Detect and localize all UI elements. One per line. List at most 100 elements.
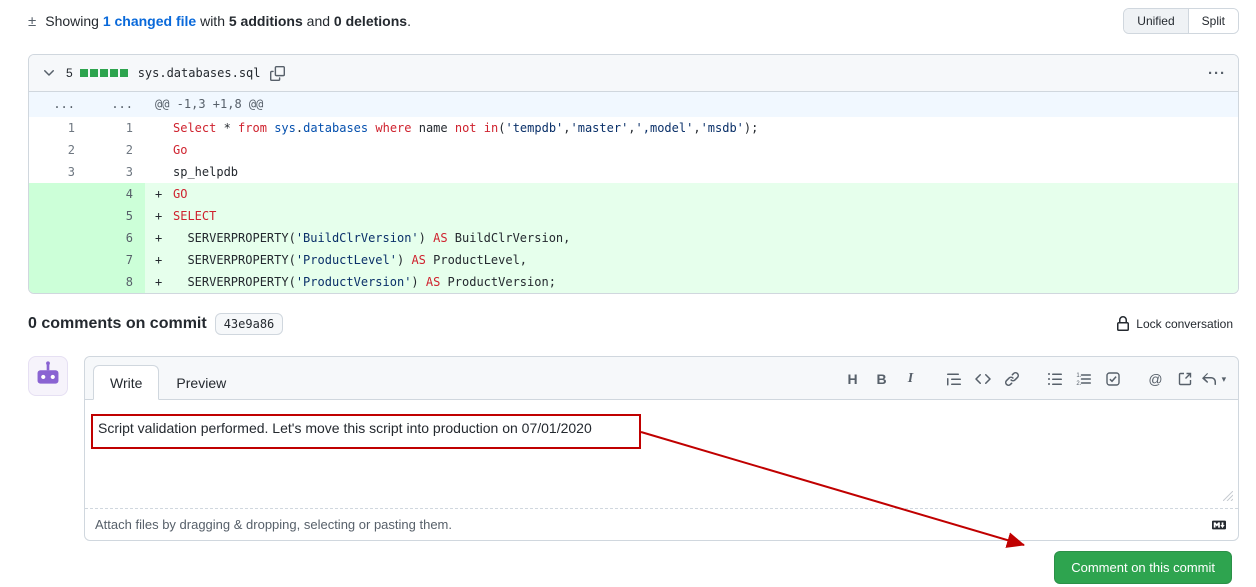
old-line-number[interactable]: [29, 271, 87, 293]
new-line-number[interactable]: 8: [87, 271, 145, 293]
diff-row: 4 + GO: [29, 183, 1238, 205]
hunk-expand-old[interactable]: ...: [29, 92, 87, 117]
comments-heading-group: 0 comments on commit 43e9a86: [28, 313, 284, 335]
avatar-image: [37, 361, 59, 384]
mention-icon: @: [1148, 371, 1163, 387]
new-line-number[interactable]: 1: [87, 117, 145, 139]
link-button[interactable]: [997, 365, 1026, 393]
diff-row: 1 1 Select * from sys.databases where name…: [29, 117, 1238, 139]
code-line: Select * from sys.databases where name n…: [173, 121, 759, 135]
summary-and: and: [302, 13, 334, 29]
summary-with: with: [196, 13, 229, 29]
svg-text:2.: 2.: [1076, 381, 1081, 387]
code-line: + SELECT: [145, 205, 1238, 227]
old-line-number[interactable]: [29, 249, 87, 271]
code-line: + GO: [145, 183, 1238, 205]
old-line-number[interactable]: 2: [29, 139, 87, 161]
comment-textarea[interactable]: Script validation performed. Let's move …: [85, 400, 1238, 508]
deletions-count: 0 deletions: [333, 13, 408, 29]
old-line-number[interactable]: 1: [29, 117, 87, 139]
tab-preview[interactable]: Preview: [159, 365, 243, 400]
dropdown-caret-icon: ▾: [1221, 373, 1227, 384]
new-line-number[interactable]: 7: [87, 249, 145, 271]
attach-bar[interactable]: Attach files by dragging & dropping, sel…: [85, 508, 1238, 540]
new-line-number[interactable]: 5: [87, 205, 145, 227]
unordered-list-button[interactable]: [1040, 365, 1069, 393]
markdown-icon: [1210, 518, 1228, 532]
heading-button[interactable]: H: [838, 365, 867, 393]
file-diff-panel: 5 sys.databases.sql ··· ... ... @@ -1,3 …: [28, 54, 1239, 294]
comment-form: Write Preview H B I 1. 2. @ ▾ Script validation…: [84, 356, 1239, 541]
additions-count: 5 additions: [228, 13, 303, 29]
code-line: + SERVERPROPERTY('ProductVersion') AS Pr…: [145, 271, 1238, 293]
old-line-number[interactable]: [29, 183, 87, 205]
new-line-number[interactable]: 6: [87, 227, 145, 249]
diff-view-toggle: Unified Split: [1123, 8, 1239, 34]
old-line-number[interactable]: [29, 227, 87, 249]
changed-files-link[interactable]: 1 changed file: [103, 13, 196, 29]
lock-icon: [1117, 316, 1130, 331]
quote-icon: [946, 373, 961, 386]
diff-row: 3 3 sp_helpdb: [29, 161, 1238, 183]
diff-row: 5 + SELECT: [29, 205, 1238, 227]
comment-on-commit-button[interactable]: Comment on this commit: [1054, 551, 1232, 584]
diffstat-block: [89, 69, 98, 77]
diff-table: ... ... @@ -1,3 +1,8 @@ 1 1 Select * from …: [29, 92, 1238, 293]
commit-sha-badge: 43e9a86: [214, 313, 284, 335]
diffstat-block: [79, 69, 88, 77]
file-options-kebab-button[interactable]: ···: [1206, 63, 1228, 84]
hunk-header: @@ -1,3 +1,8 @@: [145, 92, 1238, 117]
diff-row: 2 2 Go: [29, 139, 1238, 161]
ordered-list-icon: 1.2.: [1076, 373, 1091, 387]
diff-summary-bar: ± Showing 1 changed file with 5 addition…: [28, 8, 1239, 34]
saved-replies-button[interactable]: ▾: [1199, 365, 1228, 393]
diff-row: 7 + SERVERPROPERTY('ProductLevel') AS Pro…: [29, 249, 1238, 271]
mention-button[interactable]: @: [1141, 365, 1170, 393]
tab-write[interactable]: Write: [93, 365, 160, 400]
cross-reference-button[interactable]: [1170, 365, 1199, 393]
collapse-file-button[interactable]: [39, 63, 59, 83]
new-line-number[interactable]: 3: [87, 161, 145, 183]
attach-hint: Attach files by dragging & dropping, sel…: [95, 517, 452, 532]
lock-conversation-button[interactable]: Lock conversation: [1109, 315, 1239, 333]
diff-row: 6 + SERVERPROPERTY('BuildClrVersion') AS …: [29, 227, 1238, 249]
split-view-button[interactable]: Split: [1187, 9, 1238, 33]
bold-icon: B: [876, 371, 887, 387]
task-list-icon: [1105, 372, 1120, 386]
copy-icon: [269, 65, 285, 81]
code-button[interactable]: [968, 365, 997, 393]
diff-sign: +: [155, 275, 163, 289]
resize-handle[interactable]: [1222, 488, 1234, 504]
task-list-button[interactable]: [1098, 365, 1127, 393]
code-line: Go: [173, 143, 188, 157]
diff-sign: +: [155, 187, 163, 201]
diffstat-block: [99, 69, 108, 77]
code-line: + SERVERPROPERTY('ProductLevel') AS Prod…: [145, 249, 1238, 271]
file-name: sys.databases.sql: [137, 66, 261, 80]
form-tabs: Write Preview: [93, 365, 243, 400]
old-line-number[interactable]: [29, 205, 87, 227]
new-line-number[interactable]: 4: [87, 183, 145, 205]
file-header: 5 sys.databases.sql ···: [29, 55, 1238, 92]
diff-row: 8 + SERVERPROPERTY('ProductVersion') AS P…: [29, 271, 1238, 293]
ordered-list-button[interactable]: 1. 2.: [1069, 365, 1098, 393]
bold-button[interactable]: B: [867, 365, 896, 393]
copy-filename-button[interactable]: [268, 64, 287, 83]
avatar[interactable]: [28, 356, 68, 396]
comment-toolbar: H B I 1. 2. @ ▾: [838, 365, 1228, 399]
lock-conversation-label: Lock conversation: [1136, 317, 1233, 331]
summary-text: Showing 1 changed file with 5 additions …: [45, 13, 411, 29]
file-diff-icon: ±: [28, 12, 37, 30]
italic-button[interactable]: I: [896, 365, 925, 393]
file-additions-count: 5: [66, 66, 73, 80]
new-line-number[interactable]: 2: [87, 139, 145, 161]
diff-sign: +: [155, 231, 163, 245]
hunk-row: ... ... @@ -1,3 +1,8 @@: [29, 92, 1238, 117]
unified-view-button[interactable]: Unified: [1124, 9, 1188, 33]
quote-button[interactable]: [939, 365, 968, 393]
old-line-number[interactable]: 3: [29, 161, 87, 183]
hunk-expand-new[interactable]: ...: [87, 92, 145, 117]
code-icon: [974, 374, 991, 384]
chevron-down-icon: [44, 70, 54, 76]
comment-input-text: Script validation performed. Let's move …: [98, 420, 592, 436]
